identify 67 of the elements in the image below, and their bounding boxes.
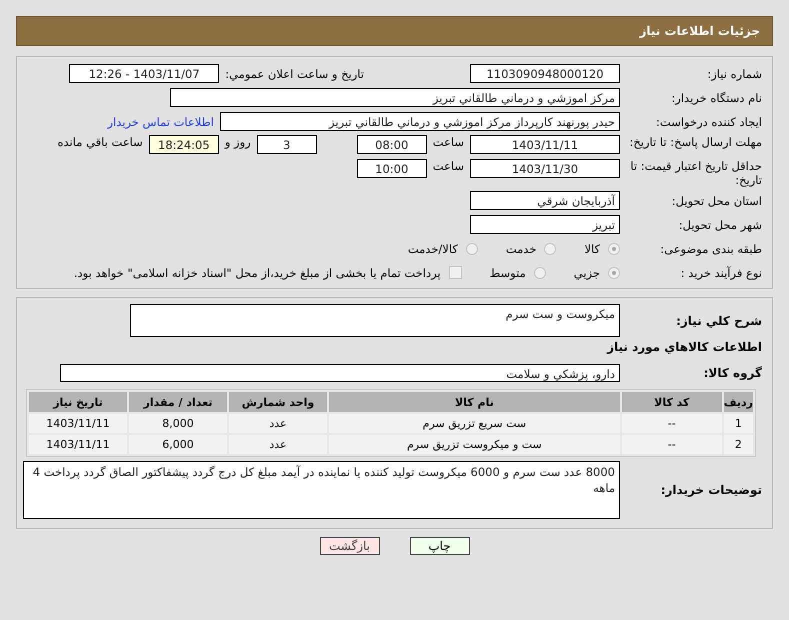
- radio-button[interactable]: [608, 242, 620, 254]
- field-label: شهر محل تحويل:: [678, 218, 762, 232]
- checkbox-label: پرداخت تمام يا بخشی از مبلغ خريد،از محل "اسناد خزانه اسلامی" خواهد بود.: [74, 266, 441, 280]
- checkbox[interactable]: [448, 266, 462, 279]
- table-cell: --: [622, 435, 722, 454]
- table-cell: ست سريع تزريق سرم: [329, 414, 620, 433]
- print-button[interactable]: چاپ: [410, 537, 470, 555]
- description-textarea[interactable]: ميكروست و ست سرم: [130, 304, 620, 337]
- date-field: 1403/11/30: [470, 159, 620, 178]
- field-label: استان محل تحويل:: [670, 194, 762, 208]
- requester-field: حيدر پورنهند كارپرداز مركز اموزشي و درماني طالقاني تبريز: [220, 112, 620, 131]
- field-label: ايجاد كننده درخواست:: [655, 114, 762, 128]
- radio-button[interactable]: [466, 242, 478, 254]
- field-label: حداقل تاريخ اعتبار قيمت: تا تاريخ:: [629, 159, 762, 187]
- field-label: شماره نياز:: [706, 66, 762, 80]
- column-header: كد كالا: [622, 392, 722, 412]
- remaining-time-field: 18:24:05: [148, 135, 219, 154]
- table-cell: 1: [724, 414, 753, 433]
- field-label: طبقه بندی موضوعی:: [659, 242, 762, 256]
- table-cell: 6,000: [129, 435, 227, 454]
- date-field: 1403/11/11: [470, 135, 620, 154]
- radio-button[interactable]: [534, 266, 546, 278]
- buyer-notes-textarea[interactable]: 8000 عدد ست سرم و 6000 ميكروست توليد كننده يا نماينده در آيمد مبلغ كل درج گردد پيشفاكتور الصاق گردد پرداخت 4 ماهه: [23, 461, 620, 519]
- column-header: رديف: [724, 392, 753, 412]
- need-number-field: 1103090948000120: [470, 64, 620, 83]
- table-cell: 1403/11/11: [29, 414, 127, 433]
- buyer-contact-link[interactable]: اطلاعات تماس خريدار: [107, 114, 214, 128]
- announce-date-field: 1403/11/07 - 12:26: [69, 64, 220, 83]
- time-field: 10:00: [356, 159, 427, 178]
- radio-label: كالا: [584, 242, 600, 256]
- table-cell: عدد: [229, 435, 327, 454]
- field-label: تاريخ و ساعت اعلان عمومي:: [225, 66, 364, 80]
- column-header: واحد شمارش: [229, 392, 327, 412]
- radio-label: كالا/خدمت: [408, 242, 458, 256]
- time-label: ساعت: [432, 135, 464, 149]
- column-header: نام كالا: [329, 392, 620, 412]
- table-cell: 1403/11/11: [29, 435, 127, 454]
- header-title: جزئيات اطلاعات نياز: [639, 24, 760, 38]
- buyer-org-field: مركز اموزشي و درماني طالقاني تبريز: [170, 88, 620, 107]
- radio-button[interactable]: [608, 266, 620, 278]
- field-label: گروه كالا:: [702, 366, 762, 380]
- table-cell: ست و ميكروست تزريق سرم: [329, 435, 620, 454]
- table-cell: --: [622, 414, 722, 433]
- remaining-label: ساعت باقي مانده: [58, 135, 143, 149]
- goods-group-field: دارو، پزشكي و سلامت: [60, 364, 620, 382]
- radio-label: متوسط: [490, 266, 526, 280]
- radio-button[interactable]: [544, 242, 556, 254]
- field-label: شرح كلي نياز:: [675, 314, 762, 328]
- table-cell: 2: [724, 435, 753, 454]
- city-field: تبريز: [470, 215, 620, 234]
- table-cell: 8,000: [129, 414, 227, 433]
- field-label: توضيحات خريدار:: [660, 483, 762, 497]
- field-label: نوع فرآيند خريد :: [680, 266, 762, 280]
- province-field: آذربايجان شرقي: [470, 191, 620, 210]
- table-cell: عدد: [229, 414, 327, 433]
- column-header: تاريخ نياز: [29, 392, 127, 412]
- time-label: ساعت: [432, 159, 464, 173]
- radio-label: خدمت: [506, 242, 536, 256]
- radio-label: جزيي: [574, 266, 600, 280]
- field-label: مهلت ارسال پاسخ: تا تاريخ:: [628, 135, 762, 149]
- days-label: روز و: [224, 135, 251, 149]
- time-field: 08:00: [356, 135, 427, 154]
- column-header: تعداد / مقدار: [129, 392, 227, 412]
- back-button[interactable]: بازگشت: [320, 537, 380, 555]
- section-heading: اطلاعات كالاهاي مورد نياز: [606, 340, 762, 354]
- days-field: 3: [256, 135, 317, 154]
- field-label: نام دستگاه خريدار:: [670, 90, 762, 104]
